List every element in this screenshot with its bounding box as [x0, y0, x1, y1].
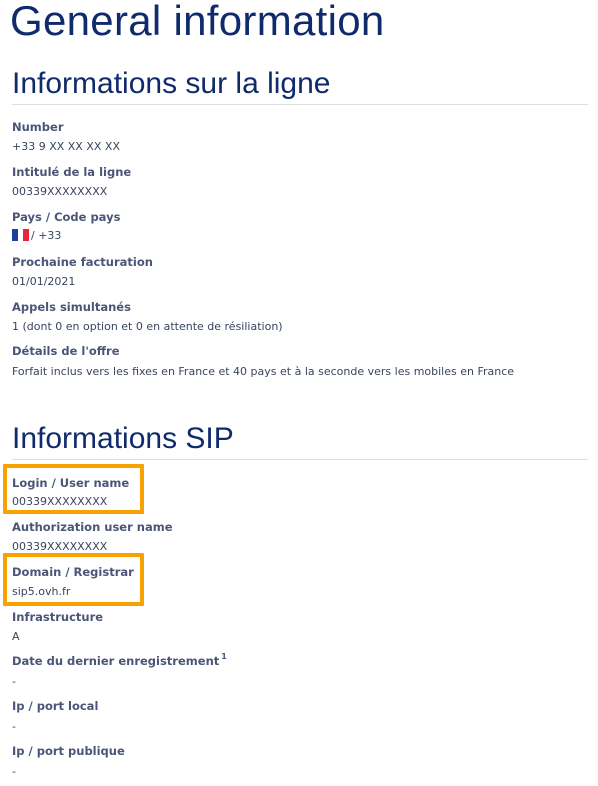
next-billing-label: Prochaine facturation	[12, 255, 153, 269]
line-title-value: 00339XXXXXXXX	[12, 185, 108, 198]
country-code-label: Pays / Code pays	[12, 210, 121, 224]
number-value: +33 9 XX XX XX XX	[12, 140, 120, 153]
last-registration-label-text: Date du dernier enregistrement	[12, 654, 220, 668]
domain-label: Domain / Registrar	[12, 565, 134, 579]
auth-user-value: 00339XXXXXXXX	[12, 540, 108, 553]
last-registration-value: -	[12, 675, 16, 688]
login-label: Login / User name	[12, 476, 130, 490]
sip-section-divider	[12, 459, 588, 460]
simultaneous-calls-label: Appels simultanés	[12, 300, 131, 314]
france-flag-icon	[12, 229, 29, 241]
login-value: 00339XXXXXXXX	[12, 495, 108, 508]
domain-value: sip5.ovh.fr	[12, 585, 71, 598]
page-title: General information	[10, 0, 385, 44]
number-label: Number	[12, 120, 64, 134]
local-ip-port-label: Ip / port local	[12, 699, 99, 713]
line-section-divider	[12, 104, 588, 105]
next-billing-value: 01/01/2021	[12, 275, 76, 288]
country-code-row: / +33	[12, 229, 61, 243]
country-code-value: / +33	[31, 229, 62, 242]
line-section-title: Informations sur la ligne	[12, 67, 331, 100]
public-ip-port-label: Ip / port publique	[12, 744, 125, 758]
offer-details-value: Forfait inclus vers les fixes en France …	[12, 365, 515, 378]
sip-section-title: Informations SIP	[12, 422, 234, 455]
flag-stripe-red	[23, 229, 29, 241]
public-ip-port-value: -	[12, 765, 16, 778]
auth-user-label: Authorization user name	[12, 520, 173, 534]
footnote-marker: 1	[221, 652, 227, 662]
infrastructure-value: A	[12, 630, 20, 643]
infrastructure-label: Infrastructure	[12, 610, 104, 624]
offer-details-label: Détails de l'offre	[12, 344, 120, 358]
local-ip-port-value: -	[12, 720, 16, 733]
line-title-label: Intitulé de la ligne	[12, 165, 132, 179]
simultaneous-calls-value: 1 (dont 0 en option et 0 en attente de r…	[12, 320, 283, 333]
last-registration-label: Date du dernier enregistrement 1	[12, 652, 227, 668]
